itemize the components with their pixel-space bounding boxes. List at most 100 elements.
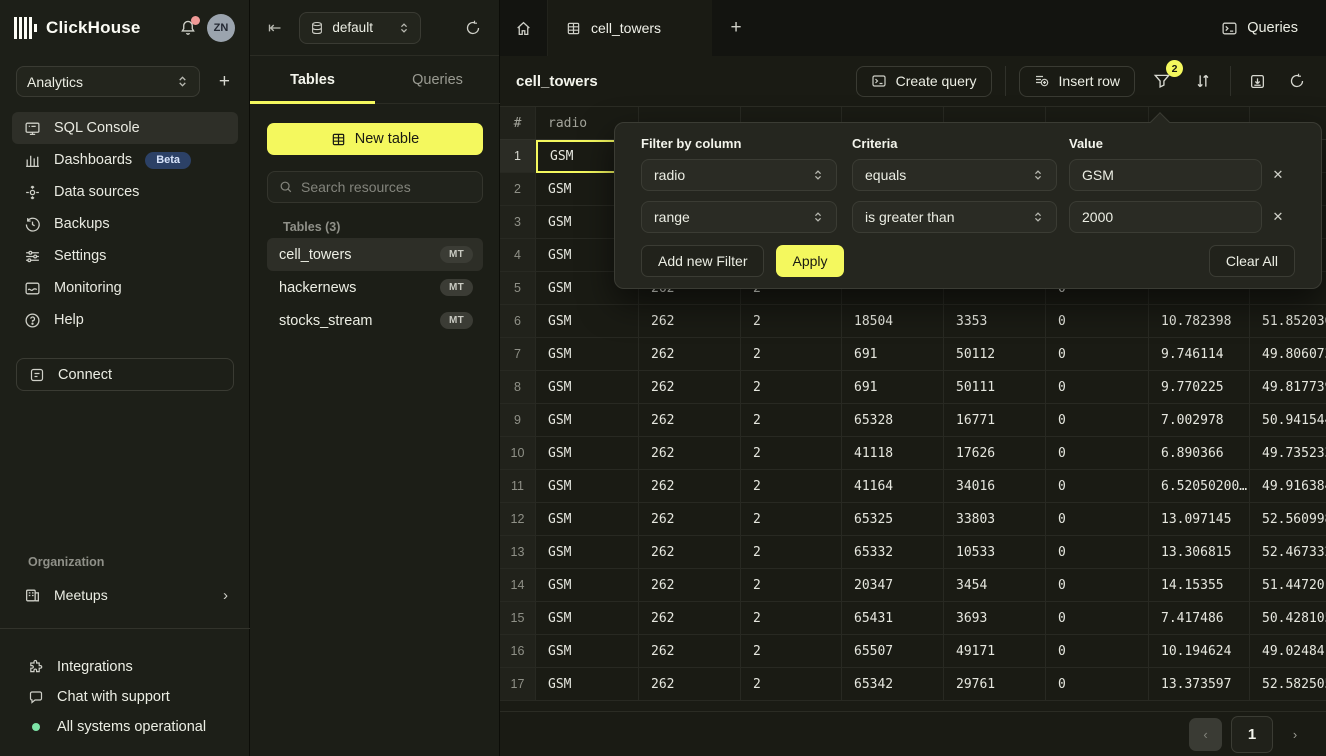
table-cell[interactable]: 2 (741, 569, 842, 602)
new-table-button[interactable]: New table (267, 123, 483, 155)
workspace-select[interactable]: Analytics (16, 66, 200, 97)
sidebar-item-backups[interactable]: Backups (12, 208, 238, 240)
table-cell[interactable]: 262 (639, 470, 741, 503)
table-cell[interactable]: 2 (741, 338, 842, 371)
filter-button[interactable]: 2 (1148, 67, 1176, 95)
table-cell[interactable]: 262 (639, 305, 741, 338)
table-cell[interactable]: 41164 (842, 470, 944, 503)
table-cell[interactable]: 3693 (944, 602, 1046, 635)
filter-value-input[interactable] (1069, 201, 1262, 233)
table-cell[interactable]: 10.782398 (1149, 305, 1250, 338)
filter-criteria-select[interactable]: is greater than (852, 201, 1057, 233)
table-cell[interactable]: 0 (1046, 338, 1149, 371)
table-cell[interactable]: 0 (1046, 437, 1149, 470)
new-tab-button[interactable]: + (712, 0, 760, 56)
sidebar-item-help[interactable]: Help (12, 304, 238, 336)
sidebar-item-sql-console[interactable]: SQL Console (12, 112, 238, 144)
table-cell[interactable]: 262 (639, 338, 741, 371)
filter-column-select[interactable]: range (641, 201, 837, 233)
table-cell[interactable]: 3353 (944, 305, 1046, 338)
table-cell[interactable]: 0 (1046, 305, 1149, 338)
sort-button[interactable] (1189, 67, 1217, 95)
add-filter-button[interactable]: Add new Filter (641, 245, 764, 277)
sidebar-item-dashboards[interactable]: Dashboards Beta (12, 144, 238, 176)
table-cell[interactable]: 10533 (944, 536, 1046, 569)
table-cell[interactable]: 262 (639, 503, 741, 536)
table-cell[interactable]: 51.852036 (1250, 305, 1326, 338)
sidebar-item-data-sources[interactable]: Data sources (12, 176, 238, 208)
table-cell[interactable]: 6.890366 (1149, 437, 1250, 470)
table-cell[interactable]: 262 (639, 668, 741, 701)
refresh-tables-icon[interactable] (465, 20, 481, 36)
apply-filters-button[interactable]: Apply (776, 245, 843, 277)
table-cell[interactable]: GSM (536, 503, 639, 536)
table-cell[interactable]: 50111 (944, 371, 1046, 404)
prev-page-button[interactable]: ‹ (1189, 718, 1222, 751)
table-cell[interactable]: 2 (741, 371, 842, 404)
table-cell[interactable]: 0 (1046, 404, 1149, 437)
avatar[interactable]: ZN (207, 14, 235, 42)
search-resources-box[interactable] (267, 171, 483, 203)
table-cell[interactable]: 13.373597 (1149, 668, 1250, 701)
table-cell[interactable]: 16771 (944, 404, 1046, 437)
table-cell[interactable]: 262 (639, 536, 741, 569)
table-cell[interactable]: GSM (536, 437, 639, 470)
table-cell[interactable]: 2 (741, 668, 842, 701)
table-cell[interactable]: 13.097145 (1149, 503, 1250, 536)
table-cell[interactable]: 41118 (842, 437, 944, 470)
download-button[interactable] (1244, 68, 1271, 95)
queries-button[interactable]: Queries (1211, 0, 1326, 56)
table-cell[interactable]: 2 (741, 437, 842, 470)
table-cell[interactable]: GSM (536, 470, 639, 503)
tab-cell-towers[interactable]: cell_towers (548, 0, 712, 56)
database-select[interactable]: default (299, 12, 421, 44)
system-status-link[interactable]: All systems operational (28, 712, 238, 742)
chat-support-link[interactable]: Chat with support (28, 682, 238, 712)
table-cell[interactable]: 49.817739 (1250, 371, 1326, 404)
table-cell[interactable]: 2 (741, 470, 842, 503)
table-cell[interactable]: 65342 (842, 668, 944, 701)
table-cell[interactable]: GSM (536, 602, 639, 635)
table-cell[interactable]: 7.417486 (1149, 602, 1250, 635)
table-cell[interactable]: 262 (639, 371, 741, 404)
table-cell[interactable]: 50112 (944, 338, 1046, 371)
table-cell[interactable]: 34016 (944, 470, 1046, 503)
filter-value-input[interactable] (1069, 159, 1262, 191)
table-cell[interactable]: 0 (1046, 569, 1149, 602)
table-cell[interactable]: 691 (842, 371, 944, 404)
table-cell[interactable]: 9.770225 (1149, 371, 1250, 404)
table-cell[interactable]: 13.306815 (1149, 536, 1250, 569)
add-workspace-button[interactable]: + (215, 68, 234, 95)
table-cell[interactable]: GSM (536, 338, 639, 371)
sidebar-item-monitoring[interactable]: Monitoring (12, 272, 238, 304)
insert-row-button[interactable]: Insert row (1019, 66, 1135, 97)
collapse-panel-icon[interactable]: ⇤ (268, 18, 281, 38)
table-cell[interactable]: 3454 (944, 569, 1046, 602)
table-cell[interactable]: 14.15355 (1149, 569, 1250, 602)
notifications-button[interactable] (179, 19, 197, 37)
table-cell[interactable]: 6.52050200… (1149, 470, 1250, 503)
clear-all-filters-button[interactable]: Clear All (1209, 245, 1295, 277)
table-list-item-stocks-stream[interactable]: stocks_stream MT (267, 304, 483, 337)
table-cell[interactable]: 52.4673325 (1250, 536, 1326, 569)
tab-tables[interactable]: Tables (250, 56, 375, 103)
table-cell[interactable]: 49.735233 (1250, 437, 1326, 470)
remove-filter-icon[interactable]: ✕ (1265, 162, 1291, 188)
table-cell[interactable]: 262 (639, 602, 741, 635)
table-cell[interactable]: 50.428105 (1250, 602, 1326, 635)
table-list-item-cell-towers[interactable]: cell_towers MT (267, 238, 483, 271)
table-cell[interactable]: 2 (741, 305, 842, 338)
table-cell[interactable]: 29761 (944, 668, 1046, 701)
table-cell[interactable]: 2 (741, 635, 842, 668)
table-cell[interactable]: 51.447201 (1250, 569, 1326, 602)
table-cell[interactable]: GSM (536, 668, 639, 701)
create-query-button[interactable]: Create query (856, 66, 992, 97)
sidebar-item-meetups[interactable]: Meetups › (12, 579, 238, 611)
table-cell[interactable]: 33803 (944, 503, 1046, 536)
table-cell[interactable]: 20347 (842, 569, 944, 602)
table-cell[interactable]: 52.560998 (1250, 503, 1326, 536)
table-cell[interactable]: 2 (741, 602, 842, 635)
table-cell[interactable]: 0 (1046, 536, 1149, 569)
table-cell[interactable]: GSM (536, 404, 639, 437)
table-cell[interactable]: 49171 (944, 635, 1046, 668)
